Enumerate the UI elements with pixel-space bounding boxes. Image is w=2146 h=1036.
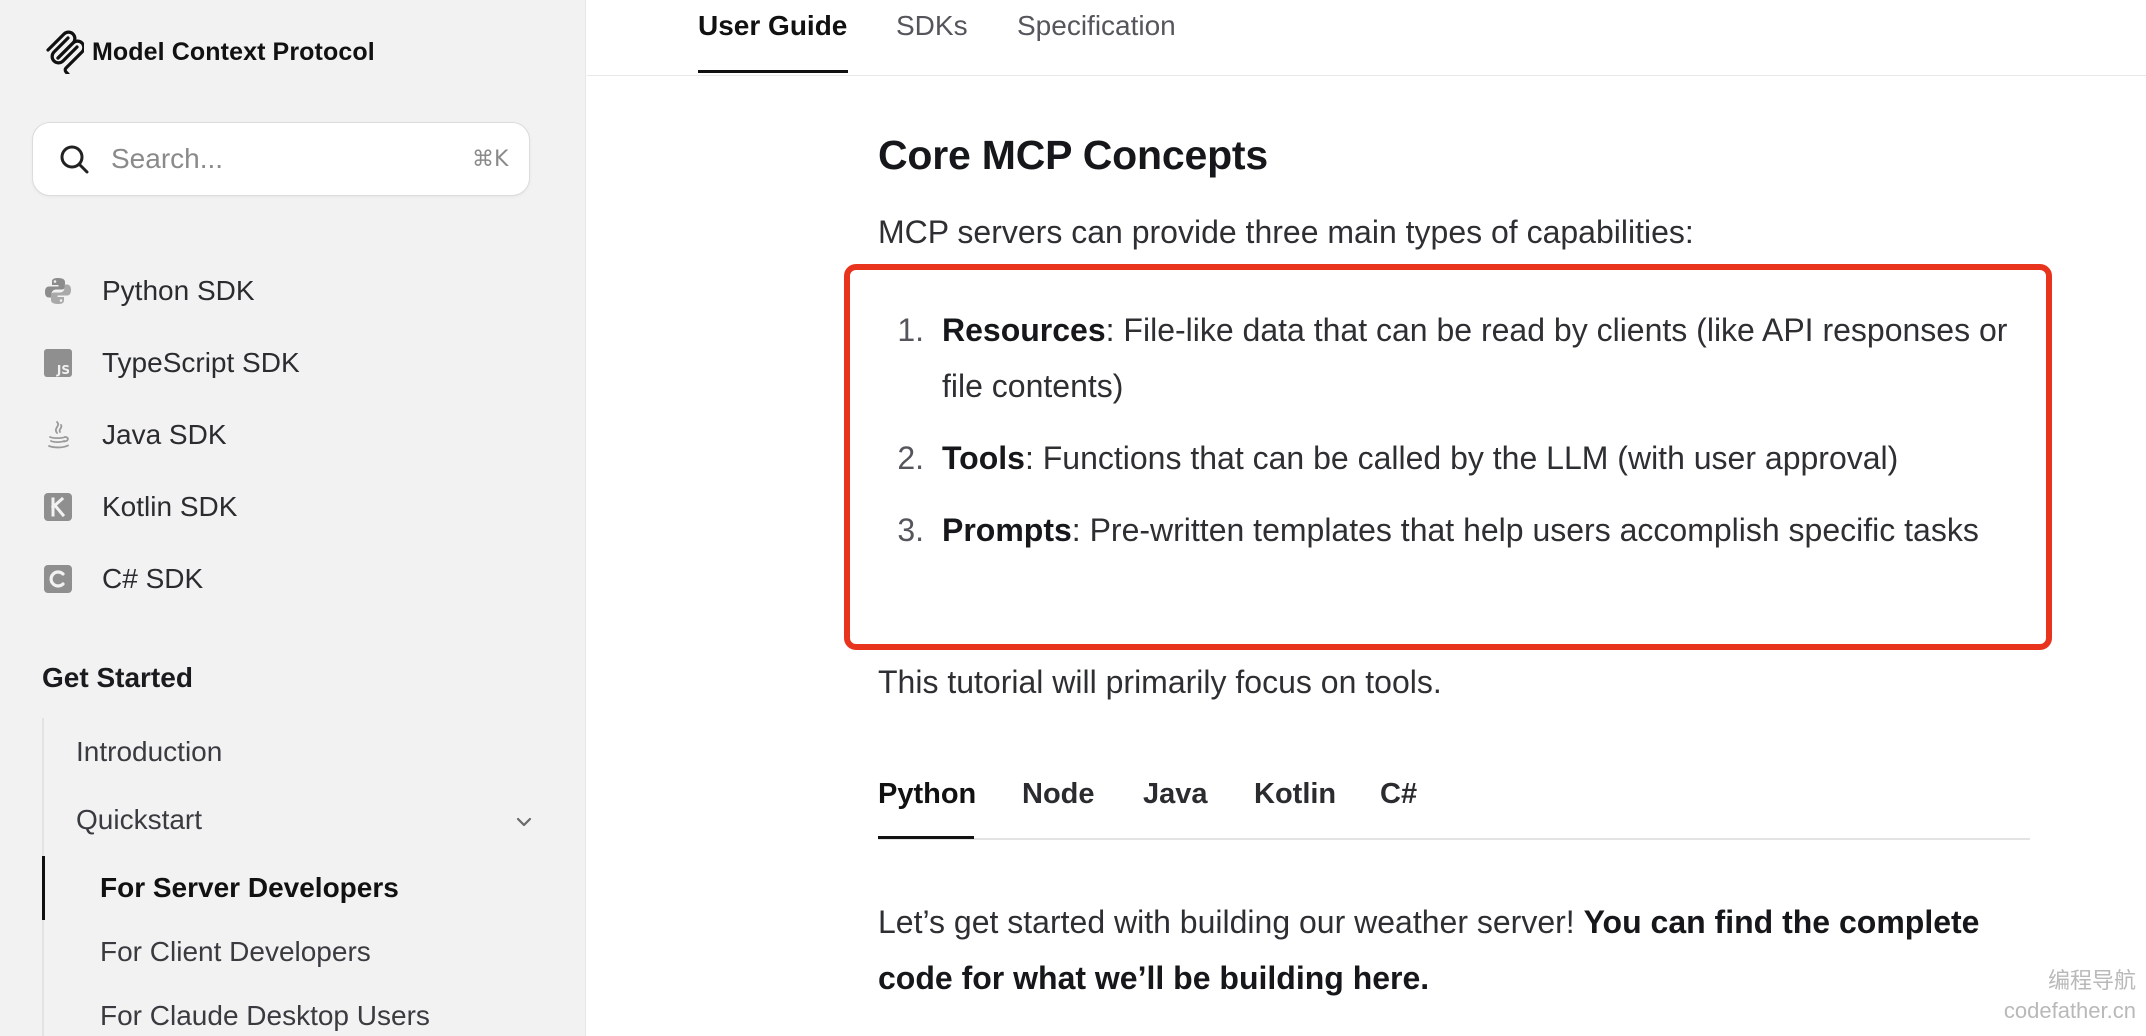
chevron-down-icon[interactable]	[512, 810, 536, 834]
search-box[interactable]: ⌘K	[32, 122, 530, 196]
tab-specification[interactable]: Specification	[1017, 10, 1176, 42]
app-root: Model Context Protocol ⌘K	[0, 0, 2146, 1036]
sidebar-item-csharp-sdk[interactable]: C# SDK	[42, 543, 542, 615]
capability-description: : Functions that can be called by the LL…	[1024, 440, 1899, 476]
section-title-get-started: Get Started	[42, 662, 193, 693]
closing-text: Let’s get started with building our weat…	[878, 904, 1584, 940]
top-navigation: User Guide SDKs Specification	[587, 0, 2146, 76]
tab-java[interactable]: Java	[1143, 778, 1208, 811]
list-number: 1.	[897, 312, 924, 348]
list-item-text: Tools: Functions that can be called by t…	[942, 430, 2028, 486]
nav-tree: Introduction Quickstart For Server Devel…	[42, 718, 542, 1036]
watermark: 编程导航 codefather.cn	[2004, 966, 2136, 1026]
sidebar: Model Context Protocol ⌘K	[0, 0, 586, 1036]
capability-term: Prompts	[942, 512, 1072, 548]
sidebar-item-quickstart[interactable]: Quickstart	[76, 804, 202, 836]
tab-kotlin[interactable]: Kotlin	[1254, 778, 1336, 811]
list-number: 2.	[897, 440, 924, 476]
tab-python[interactable]: Python	[878, 778, 976, 811]
active-tab-underline	[878, 836, 974, 839]
svg-text:JS: JS	[56, 363, 70, 377]
watermark-line: codefather.cn	[2003, 998, 2136, 1023]
list-item-text: Prompts: Pre-written templates that help…	[942, 502, 2028, 558]
search-shortcut-hint: ⌘K	[472, 146, 509, 172]
capability-term: Tools	[942, 440, 1025, 476]
focus-paragraph: This tutorial will primarily focus on to…	[878, 664, 1442, 700]
language-tabs: Python Node Java Kotlin C#	[878, 770, 2030, 840]
list-item-text: Resources: File-like data that can be re…	[942, 302, 2028, 414]
sidebar-item-server-developers[interactable]: For Server Developers	[100, 872, 399, 904]
sidebar-item-label: Python SDK	[102, 275, 255, 306]
list-number: 3.	[897, 512, 924, 548]
list-item: 1. Resources: File-like data that can be…	[878, 302, 2028, 414]
sidebar-item-python-sdk[interactable]: Python SDK	[42, 255, 542, 327]
sidebar-item-label: Java SDK	[102, 419, 227, 450]
tab-csharp[interactable]: C#	[1380, 778, 1417, 811]
kotlin-icon	[42, 491, 74, 523]
sidebar-item-claude-desktop-users[interactable]: For Claude Desktop Users	[100, 1000, 430, 1032]
search-icon	[59, 142, 89, 176]
sidebar-item-label: Kotlin SDK	[102, 491, 238, 522]
active-tab-underline	[698, 70, 848, 73]
list-item: 2. Tools: Functions that can be called b…	[878, 430, 2028, 486]
mcp-logo-icon	[44, 30, 84, 74]
sidebar-item-introduction[interactable]: Introduction	[76, 736, 222, 768]
sidebar-item-java-sdk[interactable]: Java SDK	[42, 399, 542, 471]
sidebar-item-kotlin-sdk[interactable]: Kotlin SDK	[42, 471, 542, 543]
watermark-line: 编程导航	[2047, 968, 2136, 993]
closing-paragraph: Let’s get started with building our weat…	[878, 894, 2028, 1006]
search-input[interactable]	[111, 143, 472, 175]
tab-user-guide[interactable]: User Guide	[698, 10, 847, 42]
tab-sdks[interactable]: SDKs	[896, 10, 968, 42]
sidebar-item-label: TypeScript SDK	[102, 347, 300, 378]
java-icon	[42, 419, 74, 451]
capability-description: : Pre-written templates that help users …	[1071, 512, 1979, 548]
tab-node[interactable]: Node	[1022, 778, 1095, 811]
python-icon	[42, 275, 74, 307]
js-icon: JS	[42, 347, 74, 379]
brand-title: Model Context Protocol	[92, 37, 375, 66]
page-heading: Core MCP Concepts	[878, 132, 1268, 178]
capability-term: Resources	[942, 312, 1106, 348]
sidebar-item-typescript-sdk[interactable]: JS TypeScript SDK	[42, 327, 542, 399]
sidebar-item-client-developers[interactable]: For Client Developers	[100, 936, 371, 968]
capabilities-list: 1. Resources: File-like data that can be…	[878, 302, 2028, 574]
brand[interactable]: Model Context Protocol	[44, 30, 375, 74]
sidebar-item-label: C# SDK	[102, 563, 204, 594]
intro-paragraph: MCP servers can provide three main types…	[878, 214, 1694, 250]
sdk-list: Python SDK JS TypeScript SDK Java SDK Ko…	[42, 255, 542, 615]
active-indicator	[42, 856, 45, 920]
csharp-icon	[42, 563, 74, 595]
list-item: 3. Prompts: Pre-written templates that h…	[878, 502, 2028, 558]
